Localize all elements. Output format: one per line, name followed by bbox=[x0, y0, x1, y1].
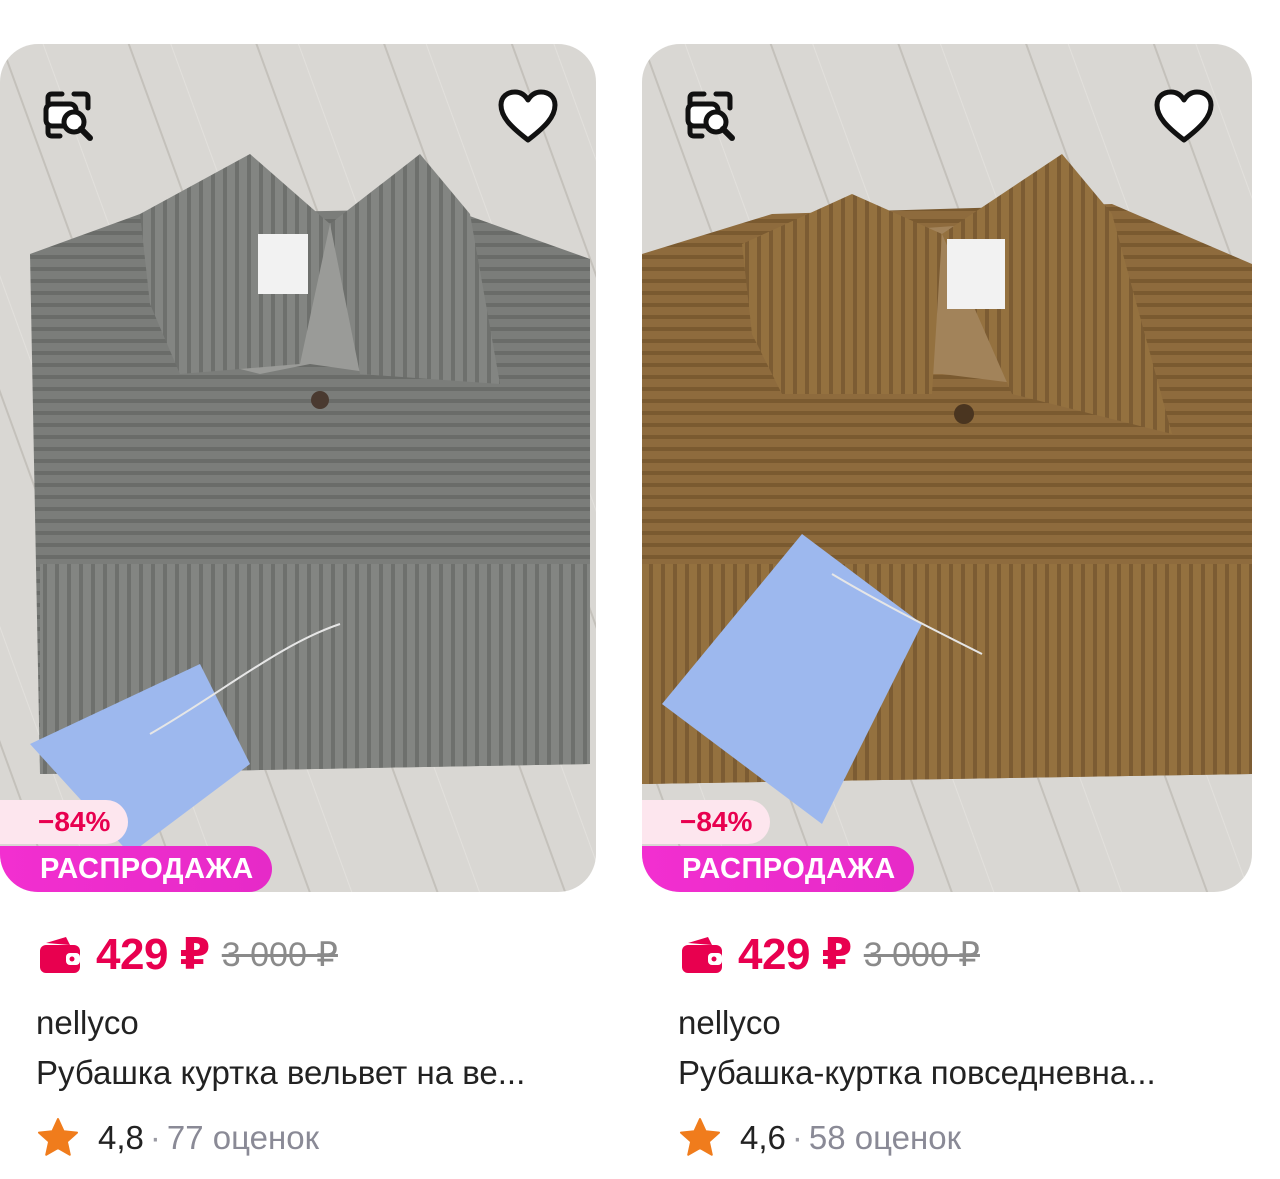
product-image bbox=[0, 44, 596, 892]
product-card[interactable]: −84% РАСПРОДАЖА 429 ₽ 3 000 ₽ nellyco Ру… bbox=[0, 44, 596, 1164]
current-price: 429 ₽ bbox=[96, 930, 210, 979]
badge-group: −84% РАСПРОДАЖА bbox=[642, 800, 914, 892]
reviews-count: 77 оценок bbox=[166, 1119, 320, 1156]
separator: · bbox=[791, 1119, 803, 1156]
product-image bbox=[642, 44, 1252, 892]
heart-icon bbox=[1154, 89, 1214, 143]
brand-name[interactable]: nellyco bbox=[36, 1004, 139, 1042]
discount-badge: −84% bbox=[0, 800, 129, 844]
rating-row: 4,6 · 58 оценок bbox=[678, 1116, 961, 1160]
old-price: 3 000 ₽ bbox=[221, 935, 338, 974]
current-price: 429 ₽ bbox=[738, 930, 852, 979]
image-search-icon bbox=[685, 91, 735, 141]
product-photo[interactable]: −84% РАСПРОДАЖА bbox=[0, 44, 596, 892]
favorite-button[interactable] bbox=[496, 84, 560, 148]
wallet-icon bbox=[682, 936, 722, 973]
separator: · bbox=[149, 1119, 161, 1156]
wallet-icon bbox=[40, 936, 80, 973]
favorite-button[interactable] bbox=[1152, 84, 1216, 148]
rating-value: 4,8 bbox=[98, 1119, 144, 1156]
reviews-count: 58 оценок bbox=[808, 1119, 962, 1156]
star-icon bbox=[680, 1118, 720, 1156]
product-card[interactable]: −84% РАСПРОДАЖА 429 ₽ 3 000 ₽ nellyco Ру… bbox=[642, 44, 1252, 1164]
badge-group: −84% РАСПРОДАЖА bbox=[0, 800, 272, 892]
sale-badge: РАСПРОДАЖА bbox=[642, 846, 914, 892]
discount-badge: −84% bbox=[642, 800, 771, 844]
rating-value: 4,6 bbox=[740, 1119, 786, 1156]
brand-name[interactable]: nellyco bbox=[678, 1004, 781, 1042]
product-photo[interactable]: −84% РАСПРОДАЖА bbox=[642, 44, 1252, 892]
price-row: 429 ₽ 3 000 ₽ bbox=[678, 929, 980, 980]
sale-badge: РАСПРОДАЖА bbox=[0, 846, 272, 892]
image-search-button[interactable] bbox=[678, 84, 742, 148]
product-title[interactable]: Рубашка куртка вельвет на ве... bbox=[36, 1054, 596, 1092]
old-price: 3 000 ₽ bbox=[863, 935, 980, 974]
image-search-button[interactable] bbox=[36, 84, 100, 148]
rating-row: 4,8 · 77 оценок bbox=[36, 1116, 319, 1160]
star-icon bbox=[38, 1118, 78, 1156]
price-row: 429 ₽ 3 000 ₽ bbox=[36, 929, 338, 980]
product-title[interactable]: Рубашка-куртка повседневна... bbox=[678, 1054, 1238, 1092]
heart-icon bbox=[498, 89, 558, 143]
image-search-icon bbox=[43, 91, 93, 141]
